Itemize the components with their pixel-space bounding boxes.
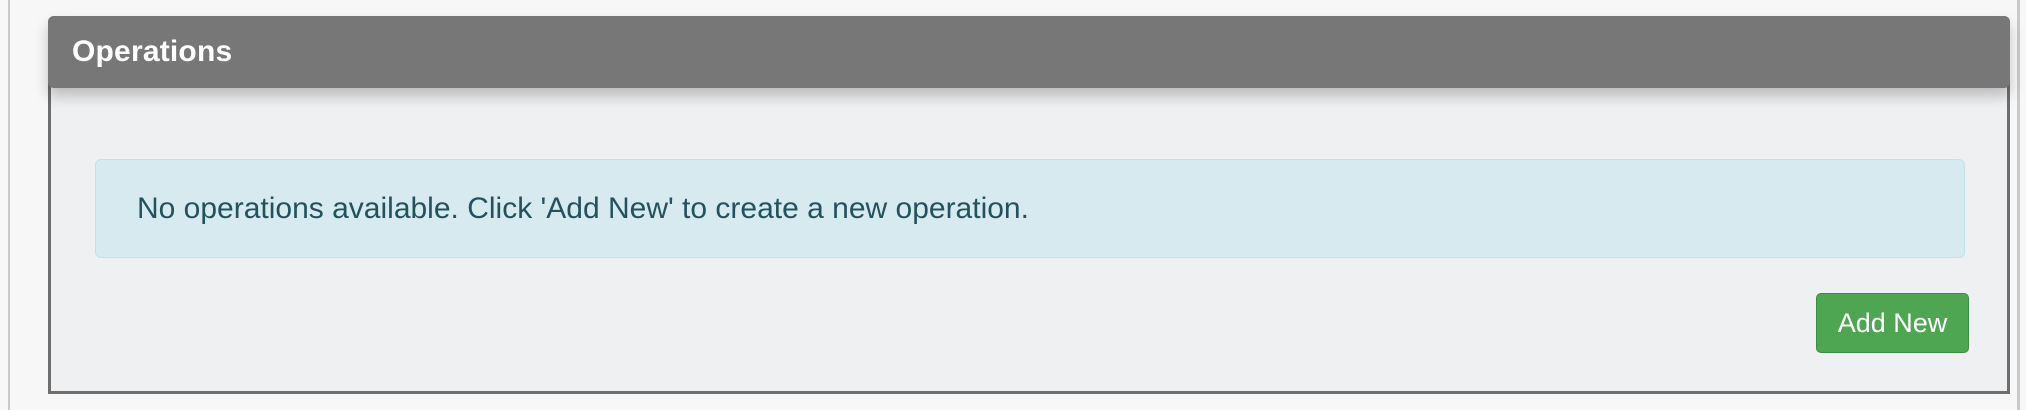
add-new-button[interactable]: Add New — [1816, 293, 1969, 353]
page-background: Operations No operations available. Clic… — [0, 0, 2026, 410]
operations-panel: Operations No operations available. Clic… — [48, 16, 2010, 394]
panel-header: Operations — [48, 16, 2010, 88]
left-border-line — [8, 0, 10, 410]
empty-state-alert: No operations available. Click 'Add New'… — [95, 159, 1965, 258]
right-scrollbar-track[interactable] — [2017, 0, 2020, 410]
empty-state-message: No operations available. Click 'Add New'… — [137, 191, 1029, 225]
panel-title: Operations — [72, 35, 233, 68]
